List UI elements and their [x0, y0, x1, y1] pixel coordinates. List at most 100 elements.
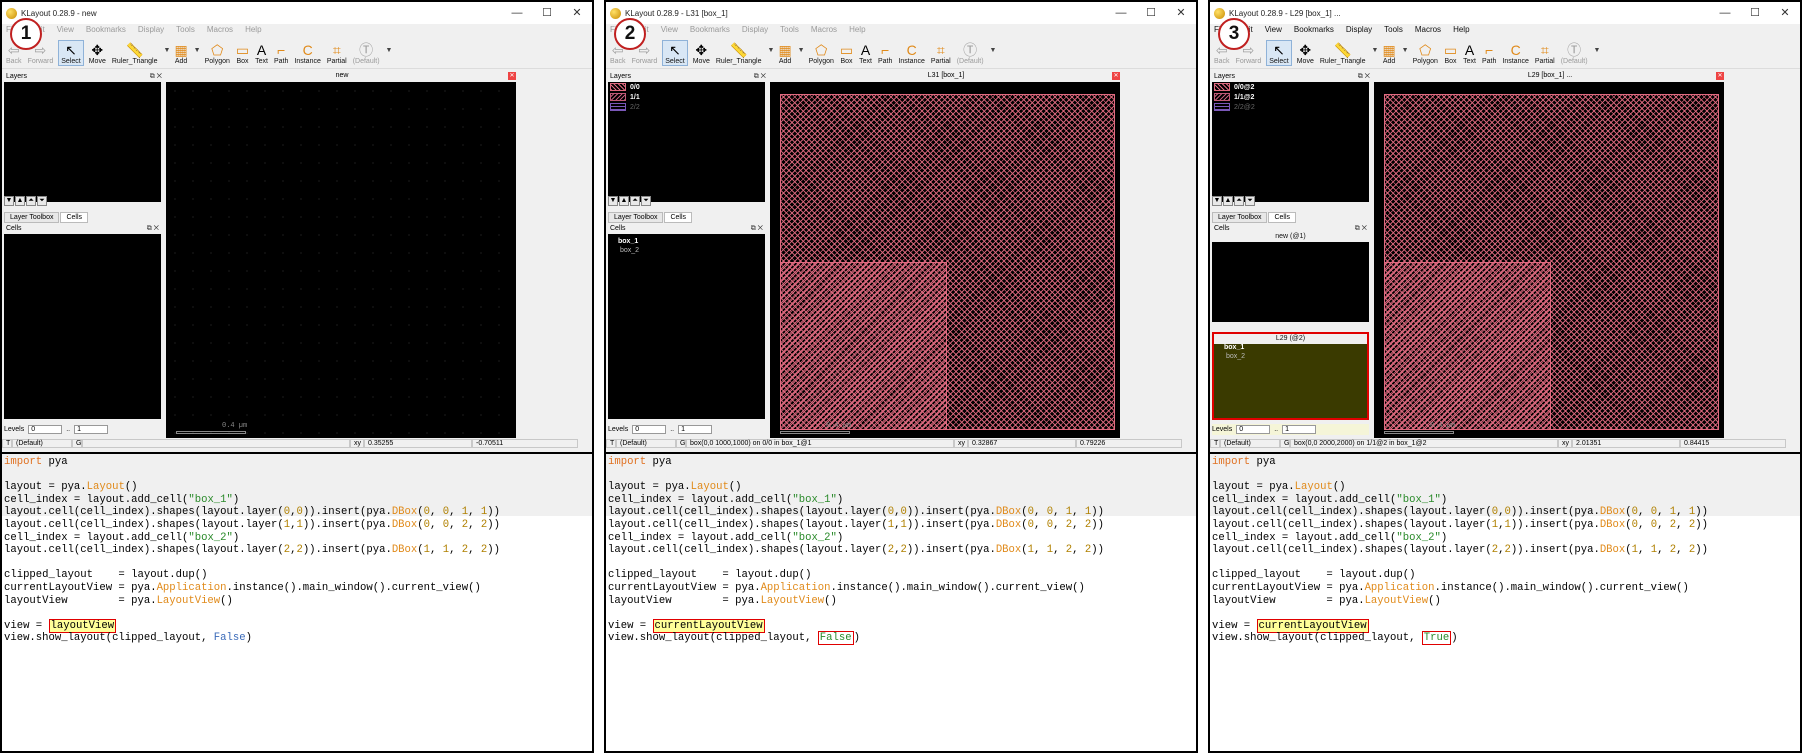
- instance-button[interactable]: C Instance: [294, 41, 320, 66]
- menu-item-bookmarks[interactable]: Bookmarks: [690, 25, 730, 34]
- text-button[interactable]: A Text: [859, 41, 872, 66]
- layer-down-icon[interactable]: ▼: [1212, 196, 1222, 206]
- path-button[interactable]: ⌐ Path: [1482, 41, 1496, 66]
- dock-float-close-icon[interactable]: ⧉ ✕: [147, 225, 159, 233]
- maximize-icon[interactable]: ☐: [532, 2, 562, 24]
- menu-item-view[interactable]: View: [1265, 25, 1282, 34]
- default-button[interactable]: Ⓣ (Default): [1561, 41, 1588, 66]
- menu-item-tools[interactable]: Tools: [780, 25, 799, 34]
- close-icon[interactable]: ✕: [562, 2, 592, 24]
- tab-cells[interactable]: Cells: [1268, 212, 1297, 223]
- cell-row[interactable]: box_2: [1214, 353, 1367, 362]
- chevron-down-icon[interactable]: ▼: [990, 47, 997, 54]
- tab-layer-toolbox[interactable]: Layer Toolbox: [1212, 212, 1268, 223]
- levels-from-input[interactable]: 0: [632, 425, 667, 434]
- chevron-down-icon[interactable]: ▼: [1594, 47, 1601, 54]
- cell-row[interactable]: box_2: [608, 247, 765, 256]
- chevron-down-icon[interactable]: ▼: [386, 47, 393, 54]
- polygon-button[interactable]: ⬠ Polygon: [205, 41, 230, 66]
- levels-to-input[interactable]: 1: [74, 425, 109, 434]
- menu-item-tools[interactable]: Tools: [176, 25, 195, 34]
- layer-bottom-icon[interactable]: ⏷: [1245, 196, 1255, 206]
- box-shape-small[interactable]: [780, 262, 947, 430]
- select-button[interactable]: ↖ Select: [1266, 40, 1292, 66]
- cells-tree-view-2[interactable]: L29 (@2) box_1 box_2: [1212, 332, 1369, 420]
- tab-layer-toolbox[interactable]: Layer Toolbox: [4, 212, 60, 223]
- menu-item-view[interactable]: View: [661, 25, 678, 34]
- menu-item-macros[interactable]: Macros: [1415, 25, 1441, 34]
- canvas-tab[interactable]: L29 [box_1] ... ✕: [1374, 72, 1726, 81]
- chevron-down-icon[interactable]: ▼: [164, 47, 171, 54]
- layers-list[interactable]: 0/0 1/1 2/2: [608, 82, 765, 202]
- minimize-icon[interactable]: —: [1106, 2, 1136, 24]
- layer-row[interactable]: 0/0: [608, 82, 765, 92]
- levels-to-input[interactable]: 1: [678, 425, 713, 434]
- levels-from-input[interactable]: 0: [28, 425, 63, 434]
- chevron-down-icon[interactable]: ▼: [1372, 47, 1379, 54]
- tab-cells[interactable]: Cells: [60, 212, 89, 223]
- layout-canvas[interactable]: 0.4 µm: [166, 82, 516, 440]
- text-button[interactable]: A Text: [1463, 41, 1476, 66]
- cells-tree[interactable]: [4, 234, 161, 419]
- instance-button[interactable]: C Instance: [898, 41, 924, 66]
- menu-item-help[interactable]: Help: [1453, 25, 1469, 34]
- menu-item-tools[interactable]: Tools: [1384, 25, 1403, 34]
- layout-canvas[interactable]: 0.4 µm: [770, 82, 1120, 440]
- layout-canvas[interactable]: 0.4 µm: [1374, 82, 1724, 440]
- menu-item-bookmarks[interactable]: Bookmarks: [1294, 25, 1334, 34]
- default-button[interactable]: Ⓣ (Default): [957, 41, 984, 66]
- move-button[interactable]: ✥ Move: [89, 41, 106, 66]
- dock-float-close-icon[interactable]: ⧉ ✕: [1358, 73, 1370, 81]
- menu-item-view[interactable]: View: [57, 25, 74, 34]
- dock-float-close-icon[interactable]: ⧉ ✕: [751, 225, 763, 233]
- partial-button[interactable]: ⌗ Partial: [327, 41, 347, 66]
- polygon-button[interactable]: ⬠ Polygon: [809, 41, 834, 66]
- layer-up-icon[interactable]: ▲: [15, 196, 25, 206]
- ruler-button[interactable]: 📏 Ruler_Triangle: [112, 41, 158, 66]
- maximize-icon[interactable]: ☐: [1740, 2, 1770, 24]
- box-button[interactable]: ▭ Box: [236, 41, 249, 66]
- select-button[interactable]: ↖ Select: [662, 40, 688, 66]
- layers-list[interactable]: [4, 82, 161, 202]
- levels-from-input[interactable]: 0: [1236, 425, 1271, 434]
- canvas-tab[interactable]: L31 [box_1] ✕: [770, 72, 1122, 81]
- close-icon[interactable]: ✕: [1166, 2, 1196, 24]
- path-button[interactable]: ⌐ Path: [274, 41, 288, 66]
- partial-button[interactable]: ⌗ Partial: [1535, 41, 1555, 66]
- layer-top-icon[interactable]: ⏶: [1234, 196, 1244, 206]
- menu-item-display[interactable]: Display: [742, 25, 768, 34]
- layer-down-icon[interactable]: ▼: [4, 196, 14, 206]
- menu-item-display[interactable]: Display: [1346, 25, 1372, 34]
- ruler-button[interactable]: 📏 Ruler_Triangle: [716, 41, 762, 66]
- maximize-icon[interactable]: ☐: [1136, 2, 1166, 24]
- layer-bottom-icon[interactable]: ⏷: [641, 196, 651, 206]
- close-icon[interactable]: ✕: [1112, 72, 1120, 80]
- cells-tree-view-1[interactable]: [1212, 242, 1369, 322]
- layer-row[interactable]: 2/2@2: [1212, 102, 1369, 112]
- tab-cells[interactable]: Cells: [664, 212, 693, 223]
- add-button[interactable]: ▦ Add: [174, 41, 187, 66]
- close-icon[interactable]: ✕: [508, 72, 516, 80]
- select-button[interactable]: ↖ Select: [58, 40, 84, 66]
- close-icon[interactable]: ✕: [1770, 2, 1800, 24]
- canvas-tab[interactable]: new ✕: [166, 72, 518, 81]
- partial-button[interactable]: ⌗ Partial: [931, 41, 951, 66]
- chevron-down-icon[interactable]: ▼: [194, 47, 201, 54]
- move-button[interactable]: ✥ Move: [1297, 41, 1314, 66]
- chevron-down-icon[interactable]: ▼: [798, 47, 805, 54]
- layer-down-icon[interactable]: ▼: [608, 196, 618, 206]
- minimize-icon[interactable]: —: [1710, 2, 1740, 24]
- layer-up-icon[interactable]: ▲: [1223, 196, 1233, 206]
- layer-row[interactable]: 0/0@2: [1212, 82, 1369, 92]
- chevron-down-icon[interactable]: ▼: [768, 47, 775, 54]
- cell-row[interactable]: box_1: [608, 238, 765, 247]
- tab-layer-toolbox[interactable]: Layer Toolbox: [608, 212, 664, 223]
- levels-to-input[interactable]: 1: [1282, 425, 1317, 434]
- layer-row[interactable]: 2/2: [608, 102, 765, 112]
- layers-list[interactable]: 0/0@2 1/1@2 2/2@2: [1212, 82, 1369, 202]
- menu-item-macros[interactable]: Macros: [207, 25, 233, 34]
- instance-button[interactable]: C Instance: [1502, 41, 1528, 66]
- layer-bottom-icon[interactable]: ⏷: [37, 196, 47, 206]
- dock-float-close-icon[interactable]: ⧉ ✕: [150, 73, 162, 81]
- box-button[interactable]: ▭ Box: [840, 41, 853, 66]
